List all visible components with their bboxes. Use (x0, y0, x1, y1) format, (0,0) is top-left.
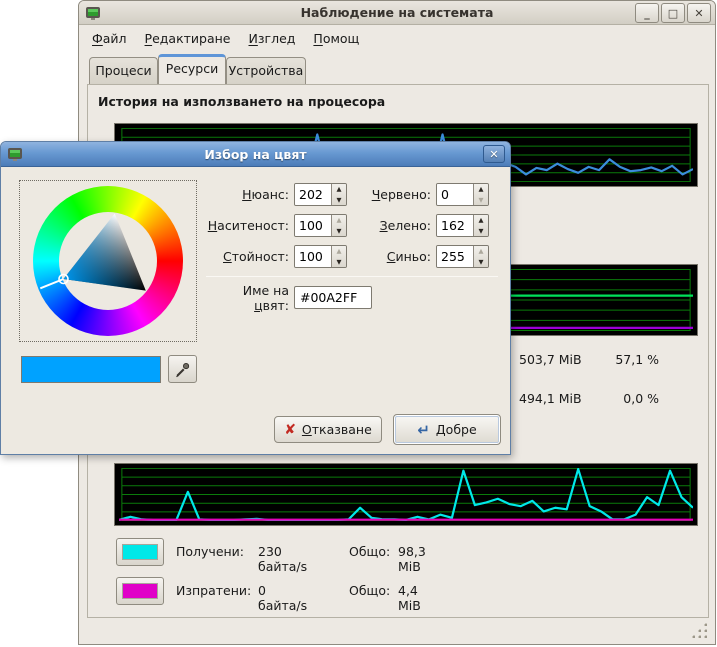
sent-total-label: Общо: (349, 583, 390, 598)
ok-enter-icon: ↵ (417, 425, 430, 435)
received-color-swatch (122, 544, 158, 560)
sent-total: 4,4 MiB (398, 583, 421, 613)
saturation-spinner: ▲ ▼ (294, 214, 347, 237)
received-total: 98,3 MiB (398, 544, 426, 574)
saturation-value-triangle[interactable] (33, 186, 183, 336)
color-name-input[interactable] (294, 286, 372, 309)
red-field-row: Червено: ▲ ▼ (341, 183, 489, 206)
red-up-arrow-icon[interactable]: ▲ (474, 184, 488, 195)
menu-file[interactable]: Файл (83, 28, 136, 49)
memory-used-percent: 57,1 % (603, 352, 659, 367)
swap-used-percent: 0,0 % (603, 391, 659, 406)
saturation-field-row: Наситеност: ▲ ▼ (206, 214, 347, 237)
minimize-icon: _ (644, 7, 650, 20)
sent-color-swatch (122, 583, 158, 599)
swap-used-value: 494,1 MiB (519, 391, 603, 406)
memory-usage-row: 503,7 MiB 57,1 % (519, 352, 699, 367)
desktop: Наблюдение на системата _ □ ✕ Файл Редак… (0, 0, 717, 647)
tab-processes[interactable]: Процеси (89, 57, 158, 84)
received-color-button[interactable] (116, 538, 164, 566)
received-rate: 230 байта/s (258, 544, 307, 574)
dialog-titlebar[interactable]: Избор на цвят ✕ (1, 142, 510, 167)
window-controls: _ □ ✕ (635, 3, 711, 23)
cancel-button-label: Отказване (302, 422, 372, 437)
cpu-history-heading: История на използването на процесора (98, 94, 385, 109)
resize-grip[interactable] (692, 623, 708, 639)
hue-label: Нюанс: (206, 187, 294, 202)
close-icon: ✕ (694, 7, 703, 20)
green-up-arrow-icon[interactable]: ▲ (474, 215, 488, 226)
value-input[interactable] (295, 246, 331, 267)
menubar: Файл Редактиране Изглед Помощ (83, 26, 368, 50)
blue-spinner: ▲ ▼ (436, 245, 489, 268)
window-title: Наблюдение на системата (79, 5, 715, 20)
color-picker-dialog: Избор на цвят ✕ (0, 141, 511, 455)
received-total-label: Общо: (349, 544, 390, 559)
memory-used-value: 503,7 MiB (519, 352, 603, 367)
green-spinner: ▲ ▼ (436, 214, 489, 237)
value-field-row: Стойност: ▲ ▼ (206, 245, 347, 268)
saturation-input[interactable] (295, 215, 331, 236)
sent-label: Изпратени: (176, 583, 251, 598)
green-spin-arrows: ▲ ▼ (473, 215, 488, 236)
dialog-close-button[interactable]: ✕ (483, 145, 505, 163)
cancel-x-icon: ✘ (284, 422, 296, 438)
red-down-arrow-icon[interactable]: ▼ (474, 195, 488, 206)
hue-spinner: ▲ ▼ (294, 183, 347, 206)
sent-rate: 0 байта/s (258, 583, 307, 613)
minimize-button[interactable]: _ (635, 3, 659, 23)
close-button[interactable]: ✕ (687, 3, 711, 23)
red-spinner: ▲ ▼ (436, 183, 489, 206)
swap-usage-row: 494,1 MiB 0,0 % (519, 391, 699, 406)
color-name-row: Име на цвят: (206, 286, 294, 309)
menu-help[interactable]: Помощ (304, 28, 368, 49)
eyedropper-icon (174, 361, 191, 378)
color-wheel-area (19, 180, 197, 342)
hue-field-row: Нюанс: ▲ ▼ (206, 183, 347, 206)
red-label: Червено: (341, 187, 436, 202)
tab-processes-label: Процеси (95, 63, 151, 78)
tab-resources-label: Ресурси (166, 61, 218, 76)
tab-devices-label: Устройства (229, 63, 304, 78)
color-name-label: Име на цвят: (206, 283, 294, 313)
menu-view[interactable]: Изглед (240, 28, 305, 49)
green-field-row: Зелено: ▲ ▼ (341, 214, 489, 237)
main-titlebar[interactable]: Наблюдение на системата _ □ ✕ (79, 1, 715, 25)
dialog-close-icon: ✕ (489, 148, 498, 161)
network-history-chart (114, 463, 698, 526)
green-down-arrow-icon[interactable]: ▼ (474, 226, 488, 237)
dialog-separator (206, 276, 498, 277)
menu-edit[interactable]: Редактиране (136, 28, 240, 49)
tab-resources[interactable]: Ресурси (158, 54, 226, 84)
red-spin-arrows: ▲ ▼ (473, 184, 488, 205)
received-label: Получени: (176, 544, 244, 559)
eyedropper-button[interactable] (168, 355, 197, 383)
blue-down-arrow-icon[interactable]: ▼ (474, 257, 488, 268)
blue-field-row: Синьо: ▲ ▼ (341, 245, 489, 268)
blue-spin-arrows: ▲ ▼ (473, 246, 488, 267)
hue-ring[interactable] (33, 186, 183, 336)
cancel-button[interactable]: ✘ Отказване (274, 416, 382, 443)
statusbar (79, 618, 715, 644)
tab-devices[interactable]: Устройства (226, 57, 306, 84)
value-label: Стойност: (206, 249, 294, 264)
green-input[interactable] (437, 215, 473, 236)
blue-input[interactable] (437, 246, 473, 267)
ok-button[interactable]: ↵ Добре (393, 414, 501, 445)
color-preview (21, 356, 161, 383)
sent-color-button[interactable] (116, 577, 164, 605)
blue-up-arrow-icon[interactable]: ▲ (474, 246, 488, 257)
ok-button-label: Добре (436, 422, 477, 437)
green-label: Зелено: (341, 218, 436, 233)
red-input[interactable] (437, 184, 473, 205)
saturation-label: Наситеност: (206, 218, 294, 233)
maximize-icon: □ (668, 7, 678, 20)
value-spinner: ▲ ▼ (294, 245, 347, 268)
maximize-button[interactable]: □ (661, 3, 685, 23)
hue-input[interactable] (295, 184, 331, 205)
dialog-title: Избор на цвят (1, 147, 510, 162)
blue-label: Синьо: (341, 249, 436, 264)
